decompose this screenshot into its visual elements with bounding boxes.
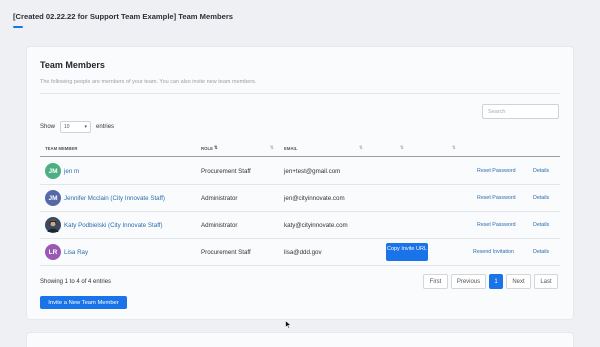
- table-header: Team Member ⇅ Role ⇅ Email ⇅ ⇅ ⇅: [40, 142, 560, 157]
- copy-invite-url-button[interactable]: Copy Invite URL: [386, 243, 428, 261]
- details-link[interactable]: Details: [533, 195, 549, 201]
- member-role: Procurement Staff: [201, 249, 251, 256]
- entries-select[interactable]: 10 ▾: [60, 121, 92, 133]
- top-bar: [Created 02.22.22 for Support Team Examp…: [0, 0, 600, 33]
- avatar: JM: [45, 190, 61, 206]
- entries-value: 10: [64, 124, 70, 130]
- entries-label: entries: [96, 124, 115, 130]
- details-link[interactable]: Details: [533, 249, 549, 255]
- invite-team-member-button[interactable]: Invite a New Team Member: [40, 296, 127, 309]
- chevron-down-icon: ▾: [84, 124, 88, 130]
- mouse-cursor-icon: [285, 320, 292, 329]
- table-info: Showing 1 to 4 of 4 entries: [40, 279, 112, 285]
- reset-password-link[interactable]: Reset Password: [477, 168, 516, 174]
- entries-control: Show 10 ▾ entries: [40, 121, 114, 133]
- search-input[interactable]: Search: [482, 104, 559, 119]
- table-row: JM Jennifer Mcclain (City Innovate Staff…: [40, 185, 560, 212]
- sort-icon[interactable]: ⇅: [400, 145, 404, 151]
- page-title: [Created 02.22.22 for Support Team Examp…: [13, 12, 234, 21]
- details-link[interactable]: Details: [533, 222, 549, 228]
- resend-invitation-link[interactable]: Resend Invitation: [473, 249, 514, 255]
- reset-password-link[interactable]: Reset Password: [477, 195, 516, 201]
- sort-icon[interactable]: ⇅: [214, 145, 218, 151]
- title-underline: [13, 26, 23, 28]
- table-row: JM jen m Procurement Staff jen+test@gmai…: [40, 158, 560, 185]
- sort-icon[interactable]: ⇅: [270, 145, 274, 151]
- column-header-email[interactable]: Email: [284, 146, 297, 151]
- member-name-link[interactable]: jen m: [64, 168, 79, 175]
- divider: [40, 93, 560, 94]
- member-email: katy@cityinnovate.com: [284, 222, 348, 229]
- show-label: Show: [40, 124, 56, 130]
- table-row: LR Lisa Ray Procurement Staff lisa@ddd.g…: [40, 239, 560, 266]
- avatar-photo: [45, 217, 61, 233]
- page-last-button[interactable]: Last: [534, 274, 558, 289]
- page-first-button[interactable]: First: [423, 274, 448, 289]
- member-email: lisa@ddd.gov: [284, 249, 322, 256]
- member-role: Administrator: [201, 222, 238, 229]
- member-name-link[interactable]: Jennifer Mcclain (City Innovate Staff): [64, 195, 165, 202]
- details-link[interactable]: Details: [533, 168, 549, 174]
- page-previous-button[interactable]: Previous: [451, 274, 486, 289]
- page-next-button[interactable]: Next: [506, 274, 531, 289]
- column-header-role[interactable]: Role: [201, 146, 213, 151]
- sort-icon[interactable]: ⇅: [359, 145, 363, 151]
- member-role: Procurement Staff: [201, 168, 251, 175]
- team-members-card: Team Members The following people are me…: [27, 47, 573, 319]
- member-name-link[interactable]: Katy Podbielski (City Innovate Staff): [64, 222, 163, 229]
- reset-password-link[interactable]: Reset Password: [477, 222, 516, 228]
- column-header-team-member[interactable]: Team Member: [45, 146, 77, 151]
- card-title: Team Members: [40, 60, 105, 70]
- member-name-link[interactable]: Lisa Ray: [64, 249, 88, 256]
- member-role: Administrator: [201, 195, 238, 202]
- avatar: LR: [45, 244, 61, 260]
- secondary-card: [27, 333, 573, 347]
- person-icon: [47, 219, 59, 232]
- member-email: jen@cityinnovate.com: [284, 195, 345, 202]
- sort-icon[interactable]: ⇅: [452, 145, 456, 151]
- avatar: JM: [45, 163, 61, 179]
- card-subtitle: The following people are members of your…: [40, 79, 257, 85]
- member-email: jen+test@gmail.com: [284, 168, 341, 175]
- table-row: Katy Podbielski (City Innovate Staff) Ad…: [40, 212, 560, 239]
- page-1-button[interactable]: 1: [489, 274, 503, 289]
